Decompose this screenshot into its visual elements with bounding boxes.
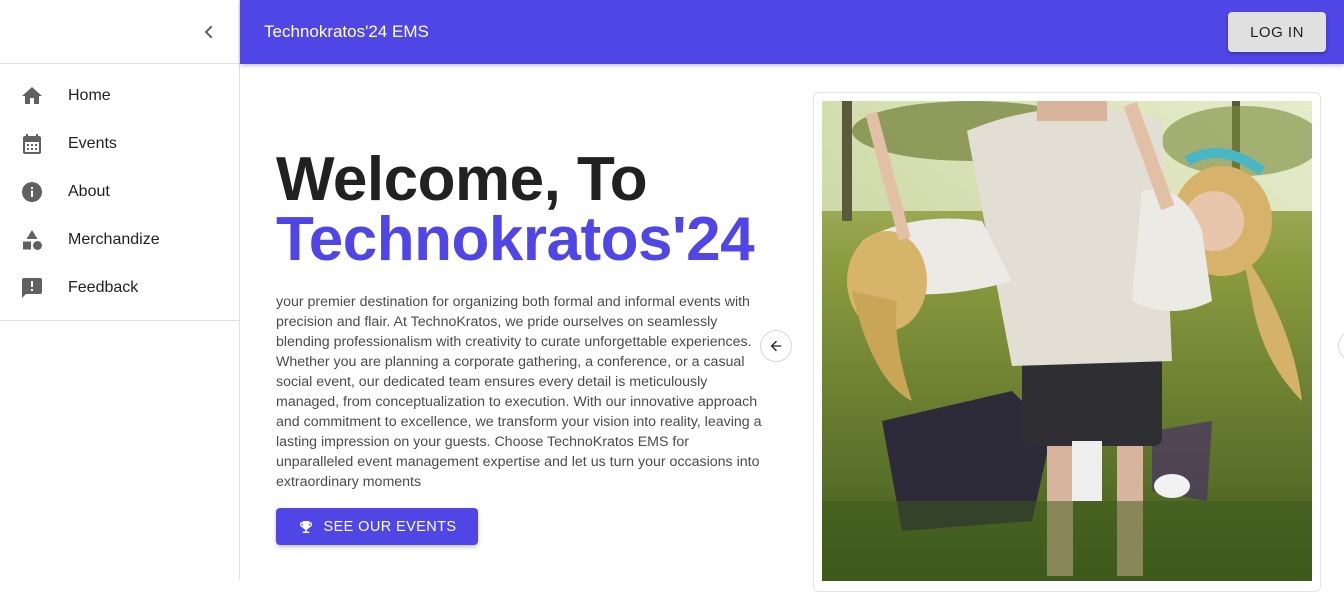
sidebar-item-about[interactable]: About (0, 168, 239, 216)
app-title: Technokratos'24 EMS (264, 22, 429, 41)
sidebar-item-label: Merchandize (68, 231, 160, 248)
welcome-heading: Welcome, To (276, 145, 648, 214)
chevron-left-icon (204, 25, 213, 38)
sidebar-item-label: Home (68, 87, 111, 104)
collapse-sidebar-button[interactable] (197, 20, 221, 44)
arrow-left-icon (770, 340, 782, 352)
carousel-prev-button[interactable] (760, 330, 792, 362)
page-title: Welcome, To Technokratos'24 (276, 145, 776, 274)
carousel-next-button[interactable] (1338, 330, 1344, 362)
info-icon (20, 180, 44, 204)
sidebar-item-merchandize[interactable]: Merchandize (0, 216, 239, 264)
sidebar-nav: Home Events About Merchandize Feedback (0, 64, 239, 321)
app-bar: Technokratos'24 EMS LOG IN (240, 0, 1344, 64)
main-content: Welcome, To Technokratos'24 your premier… (240, 64, 1344, 592)
trophy-icon (299, 520, 312, 533)
login-button[interactable]: LOG IN (1228, 12, 1326, 52)
see-our-events-button[interactable]: SEE OUR EVENTS (276, 508, 478, 545)
sidebar-item-feedback[interactable]: Feedback (0, 264, 239, 312)
sidebar-item-home[interactable]: Home (0, 72, 239, 120)
sidebar-header (0, 0, 239, 64)
sidebar-item-events[interactable]: Events (0, 120, 239, 168)
sidebar-item-label: About (68, 183, 110, 200)
hero-description: your premier destination for organizing … (276, 294, 762, 490)
hero-section: Welcome, To Technokratos'24 your premier… (276, 145, 776, 492)
category-icon (20, 228, 44, 252)
sidebar-item-label: Events (68, 135, 117, 152)
cta-label: SEE OUR EVENTS (323, 518, 457, 535)
event-name-heading: Technokratos'24 (276, 205, 755, 274)
sidebar: Home Events About Merchandize Feedback (0, 0, 240, 580)
sidebar-item-label: Feedback (68, 279, 139, 296)
hero-photo (822, 101, 1312, 581)
calendar-icon (20, 132, 44, 156)
home-icon (20, 84, 44, 108)
carousel-image-card (813, 92, 1321, 592)
feedback-icon (20, 276, 44, 300)
